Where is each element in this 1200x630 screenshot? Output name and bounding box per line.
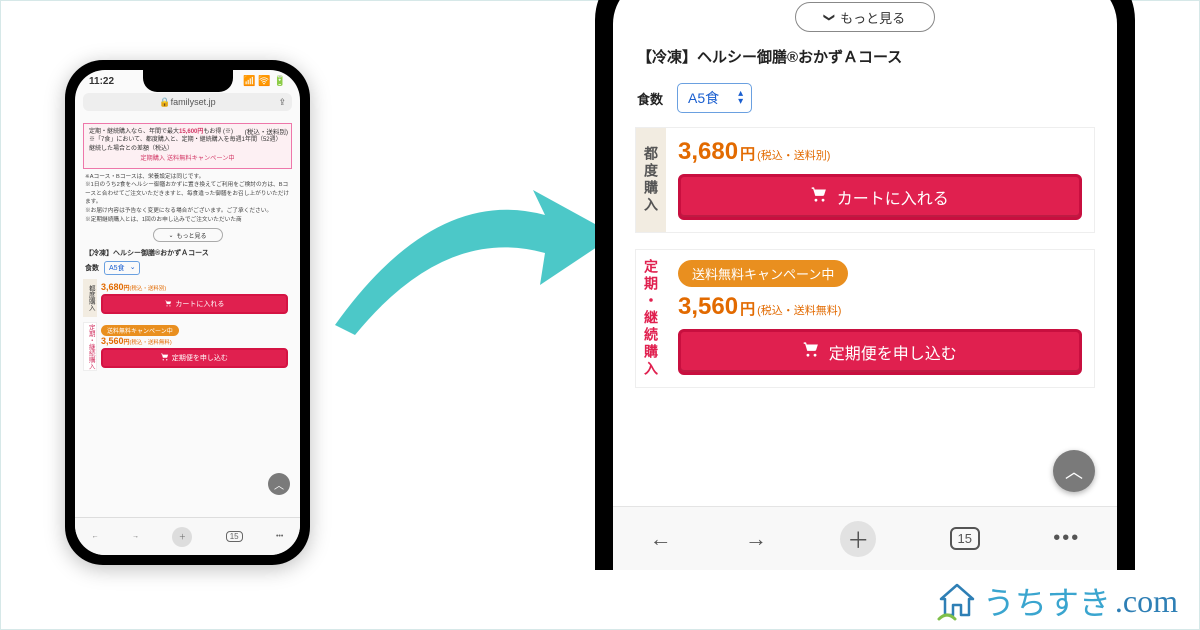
one-time-vlabel: 都度購入 (636, 128, 666, 232)
cart-icon (811, 186, 829, 209)
nav-forward-icon[interactable]: → (132, 533, 139, 540)
one-time-purchase-box: 都度購入 3,680円(税込・送料別) カートに入れる (83, 279, 292, 317)
nav-forward-icon[interactable]: → (745, 526, 767, 552)
new-tab-button[interactable]: ＋ (172, 527, 192, 547)
cart-icon (161, 353, 169, 363)
scroll-to-top-button[interactable]: ︿ (268, 473, 290, 495)
cart-icon (165, 299, 173, 309)
watermark-suffix: .com (1115, 583, 1178, 620)
chevron-up-icon: ︿ (274, 477, 284, 492)
top-tax-note: (税込・送料別) (245, 126, 288, 136)
browser-toolbar: ← → ＋ 15 ••• (613, 506, 1117, 570)
subscription-price: 3,560円(税込・送料無料) (101, 336, 288, 346)
show-more-button[interactable]: ⌄ もっと見る (153, 228, 223, 242)
add-to-cart-button[interactable]: カートに入れる (678, 174, 1082, 220)
one-time-price: 3,680円(税込・送料別) (678, 138, 1082, 166)
scroll-to-top-button[interactable]: ︿ (1053, 450, 1095, 492)
url-domain: familyset.jp (171, 97, 216, 107)
tab-count-button[interactable]: 15 (226, 531, 243, 542)
menu-dots-icon[interactable]: ••• (276, 533, 283, 540)
subscription-vlabel: 定期・継続購入 (83, 322, 97, 371)
subscription-price: 3,560円(税込・送料無料) (678, 293, 1082, 321)
flow-arrow (315, 145, 625, 365)
product-title: 【冷凍】ヘルシー御膳®おかずＡコース (85, 248, 290, 258)
menu-dots-icon[interactable]: ••• (1053, 527, 1080, 550)
phone-mock-small: 11:22 📶 🛜 🔋 🔒 familyset.jp ⇪ (税込・送料別) 定期… (65, 60, 310, 565)
quantity-row: 食数 A5食 (85, 261, 290, 275)
subscription-vlabel: 定期・継続購入 (636, 250, 666, 387)
phone-mock-large: ❯ もっと見る 【冷凍】ヘルシー御膳®おかずＡコース 食数 A5食 ▴▾ 都度購… (595, 0, 1135, 570)
watermark-text: うちすき (983, 578, 1111, 624)
campaign-label: 定期購入 送料無料キャンペーン中 (89, 155, 286, 164)
browser-toolbar: ← → ＋ 15 ••• (75, 517, 300, 555)
subscription-purchase-box: 定期・継続購入 送料無料キャンペーン中 3,560円(税込・送料無料) 定期便を… (635, 249, 1095, 388)
quantity-select[interactable]: A5食 (104, 261, 140, 275)
url-bar[interactable]: 🔒 familyset.jp ⇪ (83, 93, 292, 111)
product-notes: ※Aコース・Bコースは、栄養設定は同じです。 ※1日のうち2食をヘルシー御膳おか… (85, 173, 290, 224)
show-more-button[interactable]: ❯ もっと見る (795, 2, 935, 32)
share-icon[interactable]: ⇪ (278, 97, 286, 108)
subscribe-button[interactable]: 定期便を申し込む (101, 348, 288, 368)
chevron-up-icon: ︿ (1065, 458, 1083, 484)
house-icon (935, 579, 979, 623)
one-time-price: 3,680円(税込・送料別) (101, 282, 288, 292)
tab-count-button[interactable]: 15 (950, 527, 980, 550)
status-time: 11:22 (89, 76, 114, 87)
subscription-purchase-box: 定期・継続購入 送料無料キャンペーン中 3,560円(税込・送料無料) 定期便を… (83, 322, 292, 371)
select-arrows-icon: ▴▾ (738, 90, 743, 106)
status-icons: 📶 🛜 🔋 (243, 76, 286, 87)
chevron-down-icon: ❯ (823, 12, 836, 21)
product-title: 【冷凍】ヘルシー御膳®おかずＡコース (637, 46, 1093, 67)
one-time-purchase-box: 都度購入 3,680円(税込・送料別) カートに入れる (635, 127, 1095, 233)
add-to-cart-button[interactable]: カートに入れる (101, 294, 288, 314)
free-shipping-pill: 送料無料キャンペーン中 (101, 325, 179, 336)
quantity-label: 食数 (85, 263, 99, 273)
phone-notch (143, 70, 233, 92)
cart-icon (803, 341, 821, 364)
one-time-vlabel: 都度購入 (83, 279, 97, 317)
chevron-down-icon: ⌄ (168, 232, 173, 239)
quantity-row: 食数 A5食 ▴▾ (637, 83, 1093, 113)
free-shipping-pill: 送料無料キャンペーン中 (678, 260, 848, 287)
nav-back-icon[interactable]: ← (650, 526, 672, 552)
nav-back-icon[interactable]: ← (92, 533, 99, 540)
new-tab-button[interactable]: ＋ (840, 521, 876, 557)
quantity-select[interactable]: A5食 ▴▾ (677, 83, 752, 113)
site-watermark: うちすき.com (935, 578, 1178, 624)
quantity-label: 食数 (637, 89, 663, 108)
subscribe-button[interactable]: 定期便を申し込む (678, 329, 1082, 375)
savings-footnote: ※「7食」において、都度購入と、定期・継続購入を毎週1年間（52週）継続した場合… (89, 136, 286, 153)
